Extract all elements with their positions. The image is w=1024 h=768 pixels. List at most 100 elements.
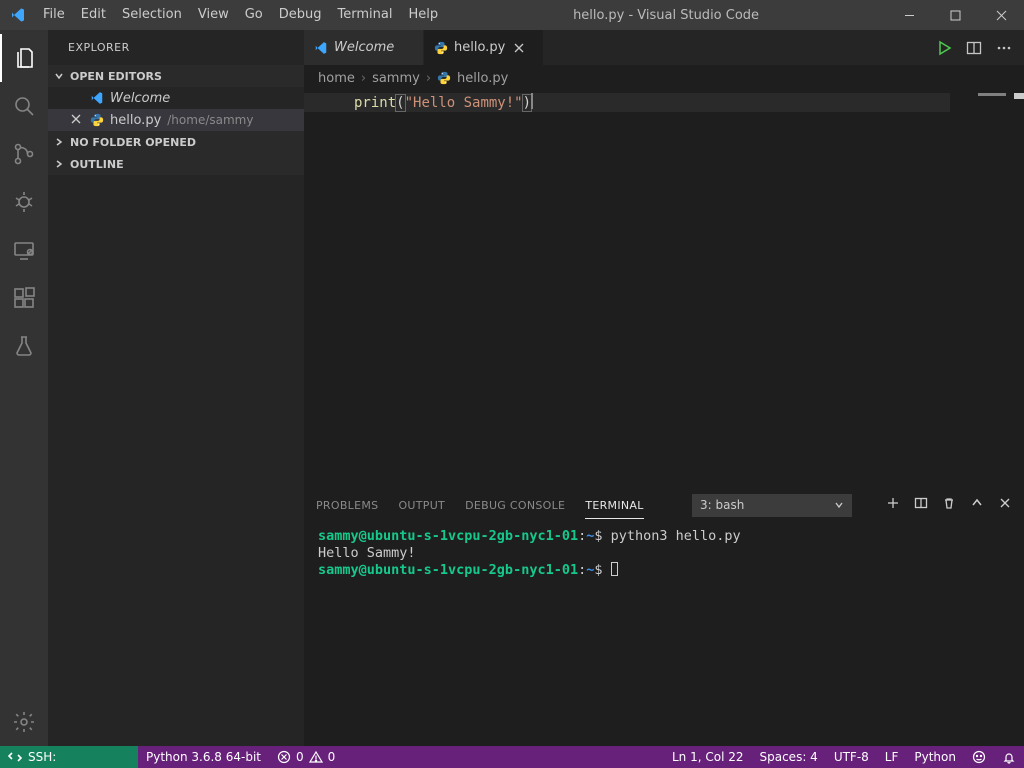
open-editor-welcome-label: Welcome	[110, 91, 170, 106]
chevron-right-icon	[52, 157, 66, 171]
panel: PROBLEMS OUTPUT DEBUG CONSOLE TERMINAL 3…	[304, 488, 1024, 746]
tab-close-icon[interactable]	[511, 40, 527, 56]
panel-tab-terminal[interactable]: TERMINAL	[585, 492, 643, 519]
kill-terminal-icon[interactable]	[942, 496, 956, 514]
status-bell-icon[interactable]	[994, 750, 1024, 764]
status-eol[interactable]: LF	[877, 750, 907, 764]
status-error-count: 0	[296, 750, 304, 764]
status-encoding[interactable]: UTF-8	[826, 750, 877, 764]
term-cursor	[611, 562, 618, 576]
window-title: hello.py - Visual Studio Code	[446, 8, 886, 23]
menu-help[interactable]: Help	[400, 0, 446, 30]
terminal-selector[interactable]: 3: bash	[692, 494, 852, 517]
open-editor-welcome[interactable]: Welcome	[48, 87, 304, 109]
split-editor-icon[interactable]	[966, 40, 982, 56]
vscode-logo-icon	[314, 41, 328, 55]
split-terminal-icon[interactable]	[914, 496, 928, 514]
activity-remote-icon[interactable]	[0, 226, 48, 274]
chevron-down-icon	[834, 500, 844, 510]
editor-area[interactable]: 1 print("Hello Sammy!")	[304, 91, 1024, 488]
maximize-button[interactable]	[932, 0, 978, 30]
activity-debug-icon[interactable]	[0, 178, 48, 226]
close-icon[interactable]	[70, 113, 84, 127]
activity-bar	[0, 30, 48, 746]
close-button[interactable]	[978, 0, 1024, 30]
chevron-right-icon: ›	[361, 71, 366, 86]
close-panel-icon[interactable]	[998, 496, 1012, 514]
activity-settings-icon[interactable]	[0, 698, 48, 746]
breadcrumb-file[interactable]: hello.py	[457, 71, 508, 86]
cursor	[531, 93, 533, 109]
tab-welcome-label: Welcome	[334, 40, 394, 55]
tab-welcome[interactable]: Welcome	[304, 30, 424, 65]
token-fn: print	[354, 95, 396, 111]
status-remote-label: SSH:	[28, 750, 56, 764]
term-dollar-1: $	[594, 528, 610, 544]
python-file-icon	[437, 71, 451, 85]
new-terminal-icon[interactable]	[886, 496, 900, 514]
warning-icon	[309, 750, 323, 764]
panel-tab-debug[interactable]: DEBUG CONSOLE	[465, 492, 565, 518]
open-editor-hello[interactable]: hello.py /home/sammy	[48, 109, 304, 131]
panel-tabs: PROBLEMS OUTPUT DEBUG CONSOLE TERMINAL 3…	[304, 489, 1024, 522]
editor-tabs: Welcome hello.py	[304, 30, 1024, 65]
activity-search-icon[interactable]	[0, 82, 48, 130]
minimize-button[interactable]	[886, 0, 932, 30]
term-cmd: python3 hello.py	[611, 528, 741, 544]
breadcrumb-sammy[interactable]: sammy	[372, 71, 420, 86]
status-indent[interactable]: Spaces: 4	[752, 750, 826, 764]
code-content[interactable]: print("Hello Sammy!")	[354, 93, 950, 488]
status-cursor-pos[interactable]: Ln 1, Col 22	[664, 750, 752, 764]
menu-go[interactable]: Go	[237, 0, 271, 30]
python-file-icon	[90, 113, 104, 127]
term-userhost-1: sammy@ubuntu-s-1vcpu-2gb-nyc1-01	[318, 528, 578, 544]
activity-scm-icon[interactable]	[0, 130, 48, 178]
vscode-logo-icon	[90, 91, 104, 105]
maximize-panel-icon[interactable]	[970, 496, 984, 514]
menu-edit[interactable]: Edit	[73, 0, 114, 30]
outline-label: OUTLINE	[70, 158, 124, 171]
breadcrumb-home[interactable]: home	[318, 71, 355, 86]
minimap[interactable]	[950, 91, 1010, 488]
token-string: "Hello Sammy!"	[405, 95, 523, 111]
menu-terminal[interactable]: Terminal	[330, 0, 401, 30]
overview-ruler[interactable]	[1010, 91, 1024, 488]
sidebar: EXPLORER OPEN EDITORS Welcome hello.py	[48, 30, 304, 746]
term-output: Hello Sammy!	[318, 545, 416, 561]
terminal-body[interactable]: sammy@ubuntu-s-1vcpu-2gb-nyc1-01:~$ pyth…	[304, 522, 1024, 746]
sidebar-title: EXPLORER	[48, 30, 304, 65]
open-editor-hello-label: hello.py	[110, 113, 161, 128]
activity-explorer-icon[interactable]	[0, 34, 48, 82]
no-folder-label: NO FOLDER OPENED	[70, 136, 196, 149]
menu-selection[interactable]: Selection	[114, 0, 190, 30]
breadcrumb[interactable]: home › sammy › hello.py	[304, 65, 1024, 91]
activity-extensions-icon[interactable]	[0, 274, 48, 322]
open-editors-header[interactable]: OPEN EDITORS	[48, 65, 304, 87]
status-feedback-icon[interactable]	[964, 750, 994, 764]
status-language[interactable]: Python	[906, 750, 964, 764]
status-problems[interactable]: 0 0	[269, 750, 343, 764]
no-folder-header[interactable]: NO FOLDER OPENED	[48, 131, 304, 153]
panel-tab-output[interactable]: OUTPUT	[398, 492, 445, 518]
term-colon-1: :	[578, 528, 586, 544]
editor-column: Welcome hello.py	[304, 30, 1024, 746]
status-python[interactable]: Python 3.6.8 64-bit	[138, 750, 269, 764]
more-actions-icon[interactable]	[996, 40, 1012, 56]
outline-header[interactable]: OUTLINE	[48, 153, 304, 175]
activity-test-icon[interactable]	[0, 322, 48, 370]
run-icon[interactable]	[936, 40, 952, 56]
panel-tab-problems[interactable]: PROBLEMS	[316, 492, 378, 518]
menu-file[interactable]: File	[35, 0, 73, 30]
term-dollar-2: $	[594, 562, 610, 578]
tab-hello-label: hello.py	[454, 40, 505, 55]
remote-icon	[8, 750, 22, 764]
menu-bar: File Edit Selection View Go Debug Termin…	[35, 0, 446, 30]
menu-view[interactable]: View	[190, 0, 237, 30]
tab-hello[interactable]: hello.py	[424, 30, 544, 65]
term-userhost-2: sammy@ubuntu-s-1vcpu-2gb-nyc1-01	[318, 562, 578, 578]
status-remote[interactable]: SSH:	[0, 746, 138, 768]
chevron-down-icon	[52, 69, 66, 83]
open-editor-hello-path: /home/sammy	[167, 113, 253, 127]
menu-debug[interactable]: Debug	[271, 0, 330, 30]
vscode-logo-icon	[0, 7, 35, 23]
